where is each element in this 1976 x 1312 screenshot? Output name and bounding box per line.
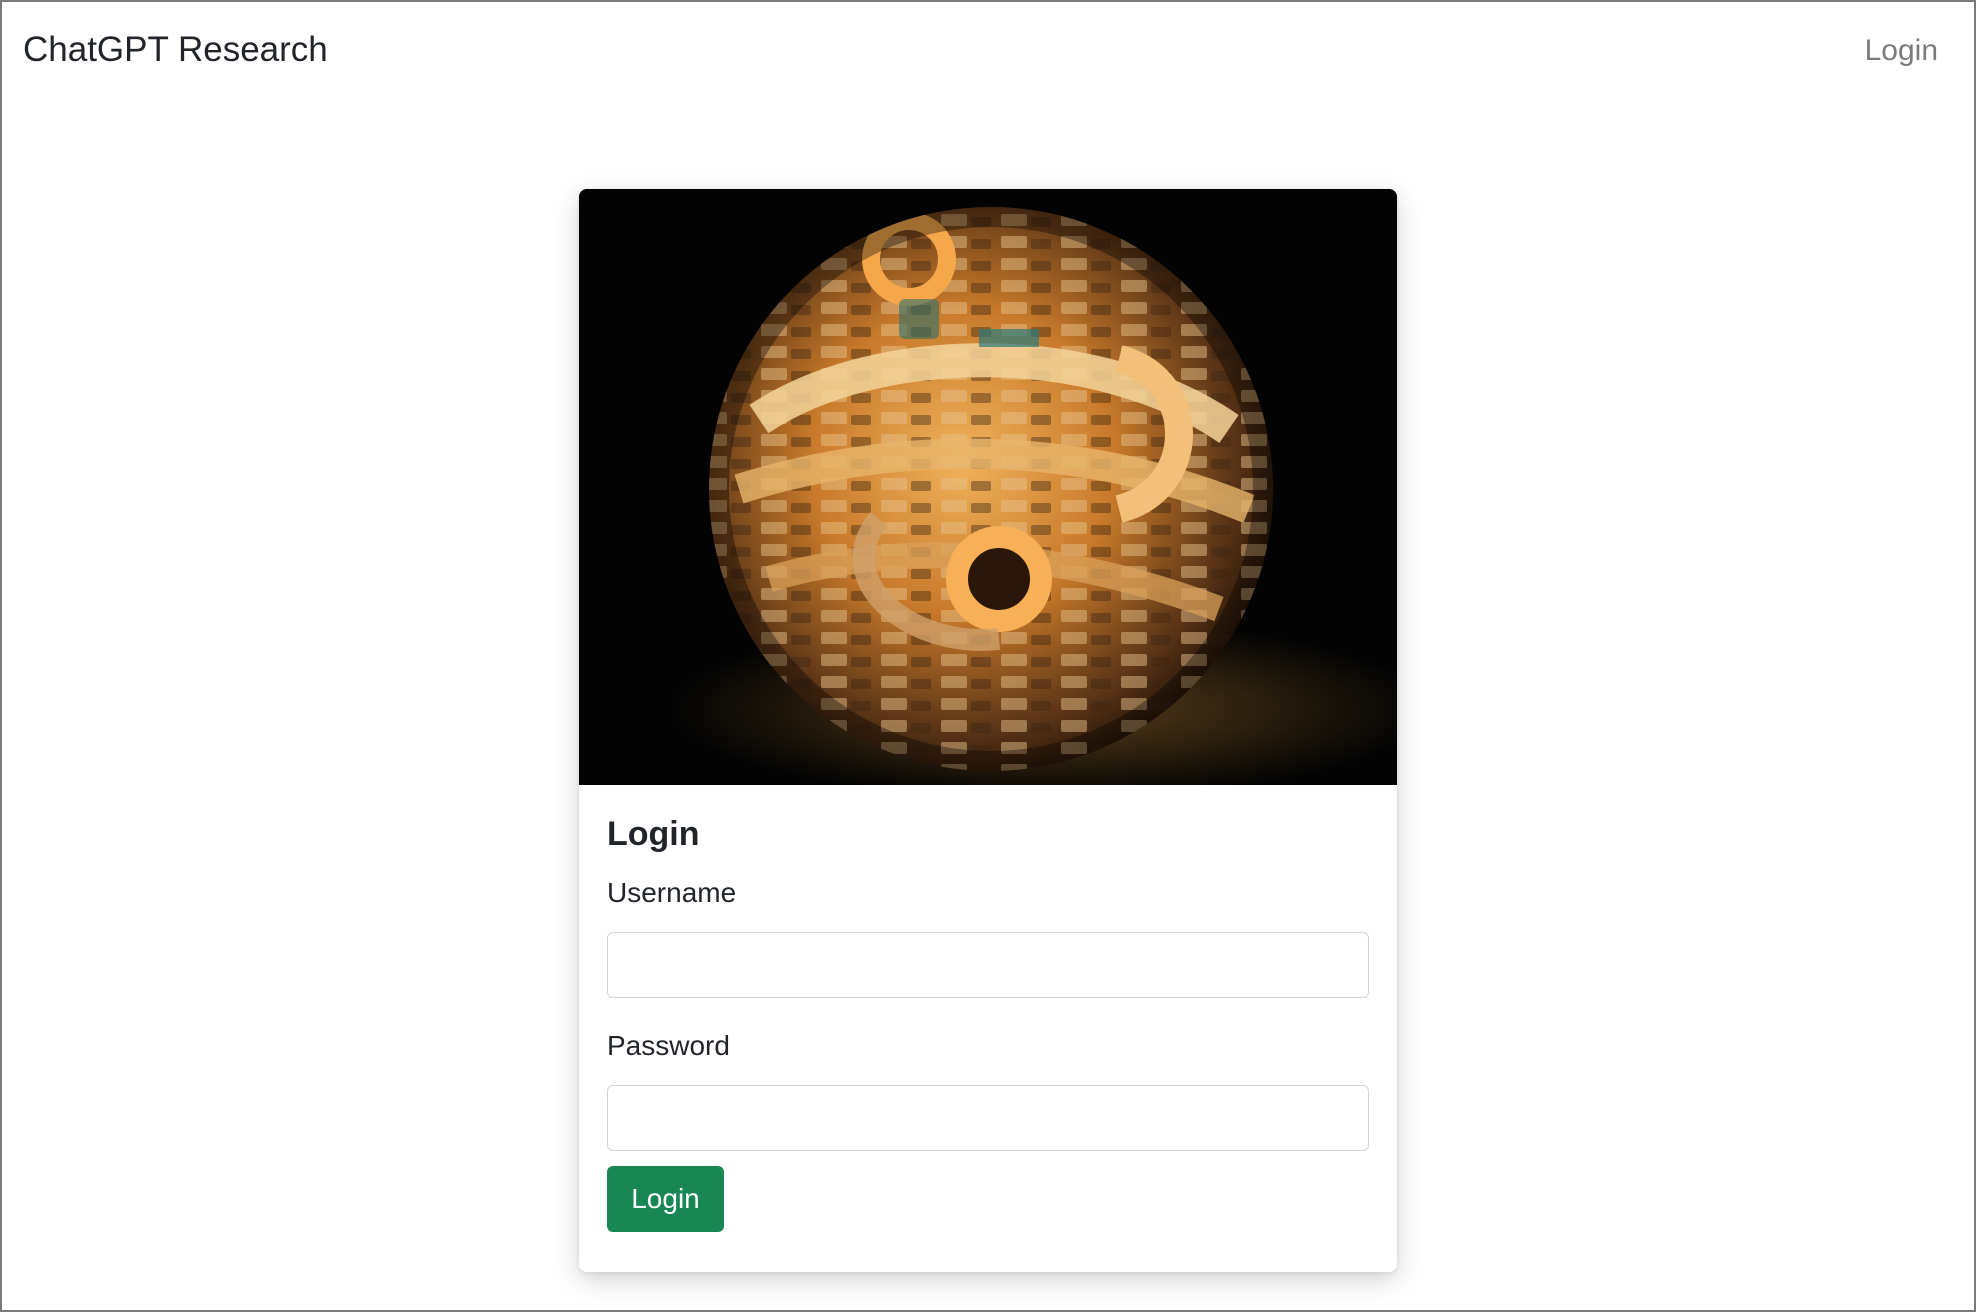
top-navbar: ChatGPT Research Login xyxy=(0,0,1976,104)
login-card: Login Username Password Login xyxy=(579,189,1397,1272)
abstract-sphere-image xyxy=(579,189,1397,785)
password-input[interactable] xyxy=(607,1085,1369,1151)
card-image xyxy=(579,189,1397,785)
brand-link[interactable]: ChatGPT Research xyxy=(23,30,328,70)
login-submit-button[interactable]: Login xyxy=(607,1166,724,1232)
nav-login-link[interactable]: Login xyxy=(1865,34,1938,68)
username-input[interactable] xyxy=(607,932,1369,998)
password-label: Password xyxy=(607,1030,730,1061)
login-title: Login xyxy=(607,815,700,853)
username-label: Username xyxy=(607,877,737,908)
